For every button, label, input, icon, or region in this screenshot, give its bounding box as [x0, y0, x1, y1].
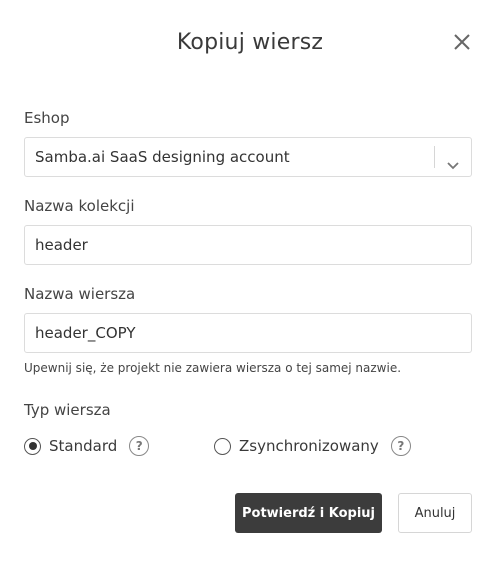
radio-selected-dot — [28, 442, 37, 450]
collection-name-label: Nazwa kolekcji — [24, 197, 135, 215]
confirm-copy-button[interactable]: Potwierdź i Kopiuj — [235, 493, 382, 533]
eshop-selected-value: Samba.ai SaaS designing account — [35, 148, 290, 166]
select-separator — [434, 146, 435, 168]
row-name-hint: Upewnij się, że projekt nie zawiera wier… — [24, 361, 402, 375]
radio-option-standard[interactable]: Standard ? — [24, 436, 150, 456]
copy-row-dialog: Kopiuj wiersz Eshop Samba.ai SaaS design… — [0, 0, 500, 562]
radio-label-standard: Standard — [49, 437, 118, 455]
radio-label-synchronized: Zsynchronizowany — [239, 437, 379, 455]
help-icon[interactable]: ? — [129, 436, 150, 456]
radio-standard[interactable] — [24, 437, 41, 455]
row-name-input[interactable]: header_COPY — [24, 313, 472, 353]
cancel-button[interactable]: Anuluj — [398, 493, 472, 533]
row-name-label: Nazwa wiersza — [24, 285, 136, 303]
eshop-label: Eshop — [24, 109, 70, 127]
row-type-label: Typ wiersza — [24, 401, 111, 419]
radio-synchronized[interactable] — [214, 437, 231, 455]
eshop-select[interactable]: Samba.ai SaaS designing account — [24, 137, 472, 177]
collection-name-input[interactable]: header — [24, 225, 472, 265]
close-icon[interactable] — [451, 31, 473, 53]
chevron-down-icon[interactable] — [445, 150, 461, 170]
help-icon[interactable]: ? — [390, 436, 411, 456]
radio-option-synchronized[interactable]: Zsynchronizowany ? — [214, 436, 411, 456]
dialog-title: Kopiuj wiersz — [176, 30, 324, 55]
